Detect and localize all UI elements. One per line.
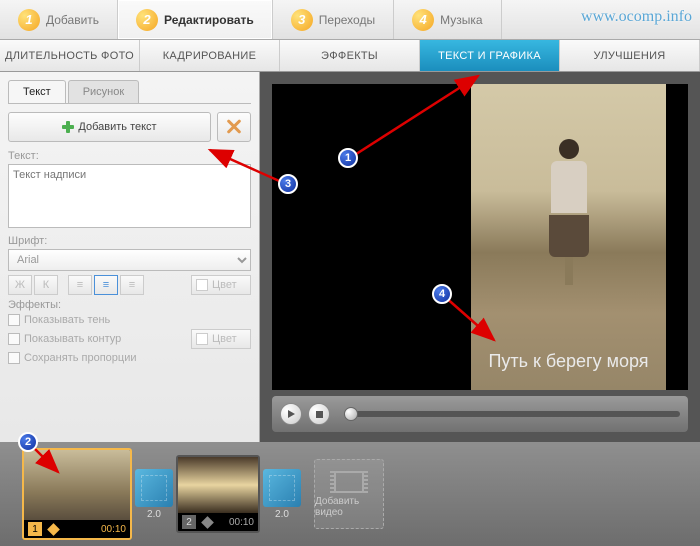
text-label: Текст:: [8, 150, 251, 162]
step-badge-2: 2: [136, 9, 158, 31]
timeline-slide[interactable]: 1 00:10: [22, 448, 132, 540]
slide-duration: 00:10: [229, 517, 254, 528]
wizard-steps: 1 Добавить 2 Редактировать 3 Переходы 4 …: [0, 0, 700, 40]
color-label: Цвет: [212, 333, 237, 345]
stop-button[interactable]: [308, 403, 330, 425]
font-select[interactable]: Arial: [8, 249, 251, 271]
film-icon: [334, 471, 364, 493]
stop-icon: [316, 411, 323, 418]
step-badge-4: 4: [412, 9, 434, 31]
subtab-text-graphics[interactable]: ТЕКСТ И ГРАФИКА: [420, 40, 560, 71]
step-transitions[interactable]: 3 Переходы: [273, 0, 394, 39]
step-badge-3: 3: [291, 9, 313, 31]
delete-icon: [227, 120, 241, 134]
transition-wrap: 2.0: [263, 469, 301, 520]
align-left-button[interactable]: ≡: [68, 275, 92, 295]
play-button[interactable]: [280, 403, 302, 425]
playback-controls: [272, 396, 688, 432]
slide-thumb: [24, 450, 130, 520]
outline-label: Показывать контур: [24, 333, 121, 345]
shadow-row: Показывать тень: [8, 314, 251, 326]
text-color-button[interactable]: Цвет: [191, 275, 251, 295]
panel-tab-text[interactable]: Текст: [8, 80, 66, 103]
add-text-button[interactable]: Добавить текст: [8, 112, 211, 142]
italic-button[interactable]: К: [34, 275, 58, 295]
color-swatch-icon: [196, 279, 208, 291]
step-label: Редактировать: [164, 13, 254, 27]
step-music[interactable]: 4 Музыка: [394, 0, 501, 39]
shadow-label: Показывать тень: [24, 314, 110, 326]
add-video-button[interactable]: Добавить видео: [314, 459, 384, 529]
font-label: Шрифт:: [8, 235, 251, 247]
shadow-checkbox[interactable]: [8, 314, 20, 326]
slide-number: 2: [182, 515, 196, 529]
delete-text-button[interactable]: [217, 112, 251, 142]
slide-thumb: [178, 457, 258, 513]
slide-duration: 00:10: [101, 524, 126, 535]
transition-button[interactable]: [263, 469, 301, 507]
step-add[interactable]: 1 Добавить: [0, 0, 118, 39]
ratio-checkbox[interactable]: [8, 352, 20, 364]
seek-track[interactable]: [344, 411, 680, 417]
workarea: Текст Рисунок Добавить текст Текст: Шриф…: [0, 72, 700, 442]
subtab-enhance[interactable]: УЛУЧШЕНИЯ: [560, 40, 700, 71]
add-text-label: Добавить текст: [78, 121, 156, 133]
bold-button[interactable]: Ж: [8, 275, 32, 295]
preview-area: Путь к берегу моря: [260, 72, 700, 442]
panel-tabs: Текст Рисунок: [8, 80, 251, 104]
outline-color-button[interactable]: Цвет: [191, 329, 251, 349]
play-icon: [288, 410, 295, 418]
edit-icon: [47, 523, 60, 536]
timeline: 1 00:10 2.0 2 00:10 2.0 Добавить видео: [0, 442, 700, 546]
transition-wrap: 2.0: [135, 469, 173, 520]
slide-number: 1: [28, 522, 42, 536]
align-center-button[interactable]: ≡: [94, 275, 118, 295]
step-edit[interactable]: 2 Редактировать: [118, 0, 273, 39]
color-swatch-icon: [196, 333, 208, 345]
subtab-crop[interactable]: КАДРИРОВАНИЕ: [140, 40, 280, 71]
transition-duration: 2.0: [263, 509, 301, 520]
text-properties-panel: Текст Рисунок Добавить текст Текст: Шриф…: [0, 72, 260, 442]
seek-thumb[interactable]: [344, 407, 358, 421]
subtab-effects[interactable]: ЭФФЕКТЫ: [280, 40, 420, 71]
outline-checkbox[interactable]: [8, 333, 20, 345]
transition-button[interactable]: [135, 469, 173, 507]
effects-label: Эффекты:: [8, 299, 251, 311]
ratio-row: Сохранять пропорции: [8, 352, 251, 364]
preview-canvas[interactable]: Путь к берегу моря: [272, 84, 688, 390]
caption-textarea[interactable]: [8, 164, 251, 228]
slide-caption[interactable]: Путь к берегу моря: [471, 351, 666, 372]
subtab-duration[interactable]: ДЛИТЕЛЬНОСТЬ ФОТО: [0, 40, 140, 71]
step-badge-1: 1: [18, 9, 40, 31]
edit-icon: [201, 516, 214, 529]
outline-row: Показывать контур Цвет: [8, 329, 251, 349]
timeline-slide[interactable]: 2 00:10: [176, 455, 260, 533]
step-label: Переходы: [319, 13, 375, 27]
slide-photo: Путь к берегу моря: [471, 84, 666, 390]
color-label: Цвет: [212, 279, 237, 291]
format-row: Ж К ≡ ≡ ≡ Цвет: [8, 275, 251, 295]
transition-duration: 2.0: [135, 509, 173, 520]
person-figure: [539, 139, 599, 279]
step-label: Добавить: [46, 13, 99, 27]
step-label: Музыка: [440, 13, 482, 27]
add-video-label: Добавить видео: [315, 496, 383, 518]
panel-tab-image[interactable]: Рисунок: [68, 80, 140, 103]
plus-icon: [62, 121, 74, 133]
ratio-label: Сохранять пропорции: [24, 352, 137, 364]
edit-subtabs: ДЛИТЕЛЬНОСТЬ ФОТО КАДРИРОВАНИЕ ЭФФЕКТЫ Т…: [0, 40, 700, 72]
align-right-button[interactable]: ≡: [120, 275, 144, 295]
